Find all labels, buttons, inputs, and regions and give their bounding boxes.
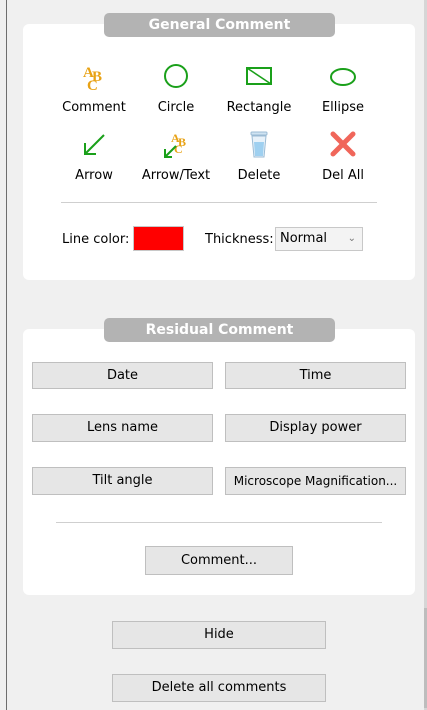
general-comment-header: General Comment xyxy=(104,13,335,37)
delete-all-comments-button[interactable]: Delete all comments xyxy=(112,674,326,702)
svg-text:C: C xyxy=(87,78,98,92)
delete-all-icon xyxy=(330,131,356,157)
arrow-icon xyxy=(84,134,105,155)
residual-comment-header: Residual Comment xyxy=(104,318,335,342)
delete-all-tool[interactable]: Del All xyxy=(304,130,382,183)
delete-tool-label: Delete xyxy=(237,168,281,183)
residual-divider xyxy=(56,522,382,523)
rectangle-tool[interactable]: Rectangle xyxy=(220,62,298,115)
trash-icon xyxy=(250,131,268,158)
arrow-text-tool[interactable]: A B C Arrow/Text xyxy=(137,130,215,183)
rectangle-tool-label: Rectangle xyxy=(226,100,292,115)
microscope-magnification-button[interactable]: Microscope Magnification... xyxy=(225,467,406,495)
ellipse-tool-label: Ellipse xyxy=(321,100,365,115)
hide-button[interactable]: Hide xyxy=(112,621,326,649)
arrow-tool[interactable]: Arrow xyxy=(55,130,133,183)
rectangle-icon xyxy=(246,67,272,85)
lens-name-button[interactable]: Lens name xyxy=(32,414,213,442)
comment-dialog-button[interactable]: Comment... xyxy=(145,546,293,575)
delete-all-tool-label: Del All xyxy=(322,168,364,183)
thickness-select[interactable]: Normal ⌄ xyxy=(275,227,363,251)
circle-tool[interactable]: Circle xyxy=(137,62,215,115)
ellipse-tool[interactable]: Ellipse xyxy=(304,62,382,115)
comment-tool[interactable]: A B C Comment xyxy=(55,62,133,115)
delete-tool[interactable]: Delete xyxy=(220,130,298,183)
thickness-value: Normal xyxy=(280,231,328,246)
comment-tool-label: Comment xyxy=(62,100,126,115)
circle-icon xyxy=(164,64,188,88)
line-color-label: Line color: xyxy=(62,232,130,247)
display-power-button[interactable]: Display power xyxy=(225,414,406,442)
arrow-text-icon: A B C xyxy=(164,131,186,158)
circle-tool-label: Circle xyxy=(157,100,195,115)
time-button[interactable]: Time xyxy=(225,362,406,389)
line-color-swatch[interactable] xyxy=(133,226,184,251)
window-left-border xyxy=(6,0,7,710)
date-button[interactable]: Date xyxy=(32,362,213,389)
ellipse-icon xyxy=(330,68,356,86)
abc-text-icon: A B C xyxy=(83,65,102,92)
arrow-text-tool-label: Arrow/Text xyxy=(141,168,211,183)
tilt-angle-button[interactable]: Tilt angle xyxy=(32,467,213,495)
thickness-label: Thickness: xyxy=(205,232,274,247)
arrow-tool-label: Arrow xyxy=(75,168,113,183)
general-divider xyxy=(61,202,377,203)
svg-text:C: C xyxy=(174,142,183,156)
chevron-down-icon: ⌄ xyxy=(347,233,356,244)
